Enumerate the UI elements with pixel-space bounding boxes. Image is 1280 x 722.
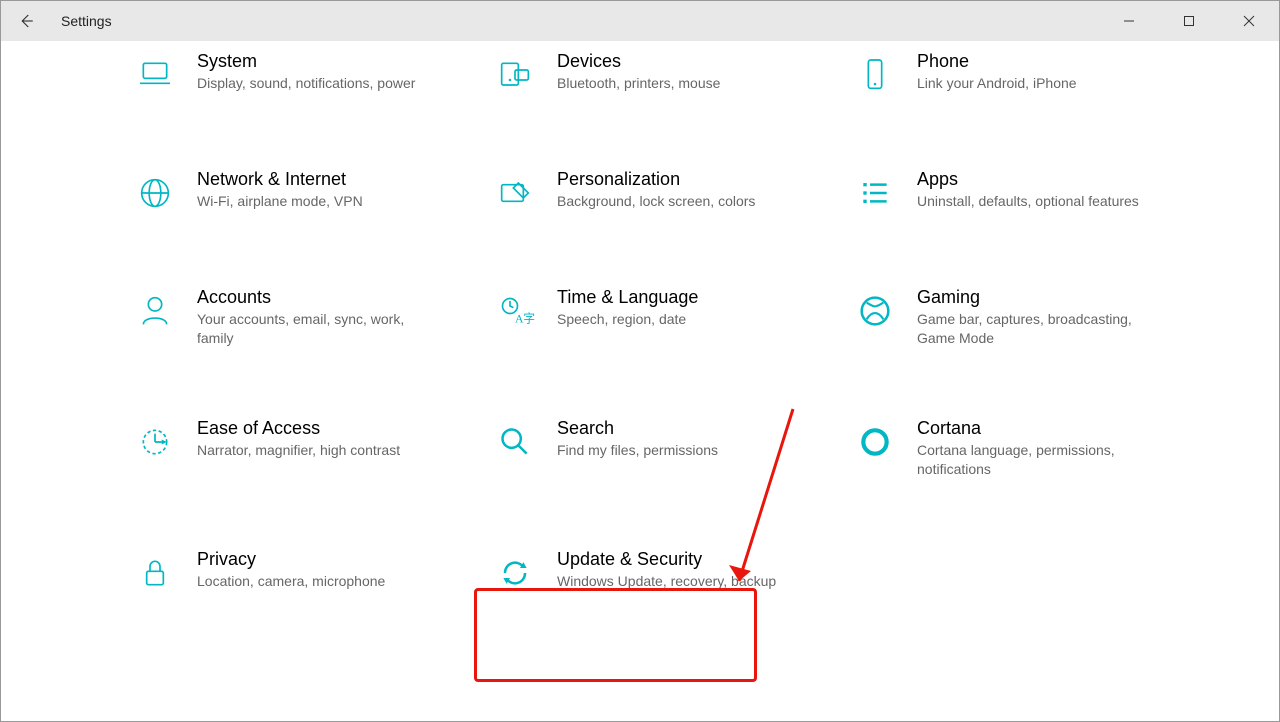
tile-title: System [197,51,415,72]
tile-desc: Your accounts, email, sync, work, family [197,310,427,348]
tile-title: Devices [557,51,720,72]
tile-system[interactable]: System Display, sound, notifications, po… [131,51,481,99]
tile-title: Accounts [197,287,427,308]
lock-icon [131,549,179,597]
tile-title: Privacy [197,549,385,570]
maximize-button[interactable] [1159,1,1219,41]
tile-accounts[interactable]: Accounts Your accounts, email, sync, wor… [131,287,481,348]
annotation-highlight [474,588,757,682]
tile-desc: Cortana language, permissions, notificat… [917,441,1147,479]
paintbrush-icon [491,169,539,217]
tile-time-language[interactable]: A字 Time & Language Speech, region, date [491,287,841,348]
tile-title: Personalization [557,169,755,190]
tile-desc: Link your Android, iPhone [917,74,1077,93]
list-icon [851,169,899,217]
settings-home: System Display, sound, notifications, po… [1,41,1279,721]
globe-icon [131,169,179,217]
tile-phone[interactable]: Phone Link your Android, iPhone [851,51,1201,99]
tile-desc: Location, camera, microphone [197,572,385,591]
tile-network[interactable]: Network & Internet Wi-Fi, airplane mode,… [131,169,481,217]
tile-desc: Windows Update, recovery, backup [557,572,776,591]
tile-title: Ease of Access [197,418,400,439]
tile-personalization[interactable]: Personalization Background, lock screen,… [491,169,841,217]
tile-title: Time & Language [557,287,698,308]
phone-icon [851,51,899,99]
maximize-icon [1183,15,1195,27]
tile-title: Search [557,418,718,439]
tile-desc: Display, sound, notifications, power [197,74,415,93]
ease-of-access-icon [131,418,179,466]
titlebar: Settings [1,1,1279,41]
tile-search[interactable]: Search Find my files, permissions [491,418,841,479]
tile-title: Gaming [917,287,1147,308]
tile-cortana[interactable]: Cortana Cortana language, permissions, n… [851,418,1201,479]
window-controls [1099,1,1279,41]
tile-desc: Background, lock screen, colors [557,192,755,211]
sync-icon [491,549,539,597]
tile-privacy[interactable]: Privacy Location, camera, microphone [131,549,481,597]
time-language-icon: A字 [491,287,539,335]
settings-window: Settings System [0,0,1280,722]
arrow-left-icon [17,12,35,30]
tile-title: Network & Internet [197,169,363,190]
tile-title: Phone [917,51,1077,72]
tile-desc: Game bar, captures, broadcasting, Game M… [917,310,1147,348]
xbox-icon [851,287,899,335]
devices-icon [491,51,539,99]
tile-gaming[interactable]: Gaming Game bar, captures, broadcasting,… [851,287,1201,348]
laptop-icon [131,51,179,99]
tile-title: Cortana [917,418,1147,439]
minimize-button[interactable] [1099,1,1159,41]
tile-desc: Bluetooth, printers, mouse [557,74,720,93]
tile-title: Update & Security [557,549,776,570]
tile-title: Apps [917,169,1139,190]
cortana-icon [851,418,899,466]
close-button[interactable] [1219,1,1279,41]
tile-desc: Wi-Fi, airplane mode, VPN [197,192,363,211]
window-title: Settings [61,13,112,29]
settings-grid: System Display, sound, notifications, po… [131,51,1201,597]
search-icon [491,418,539,466]
back-button[interactable] [1,1,51,41]
close-icon [1243,15,1255,27]
tile-desc: Uninstall, defaults, optional features [917,192,1139,211]
tile-update-security[interactable]: Update & Security Windows Update, recove… [491,549,841,597]
tile-desc: Speech, region, date [557,310,698,329]
tile-desc: Narrator, magnifier, high contrast [197,441,400,460]
tile-devices[interactable]: Devices Bluetooth, printers, mouse [491,51,841,99]
person-icon [131,287,179,335]
minimize-icon [1123,15,1135,27]
svg-text:A字: A字 [515,312,535,326]
tile-apps[interactable]: Apps Uninstall, defaults, optional featu… [851,169,1201,217]
tile-ease-of-access[interactable]: Ease of Access Narrator, magnifier, high… [131,418,481,479]
tile-desc: Find my files, permissions [557,441,718,460]
